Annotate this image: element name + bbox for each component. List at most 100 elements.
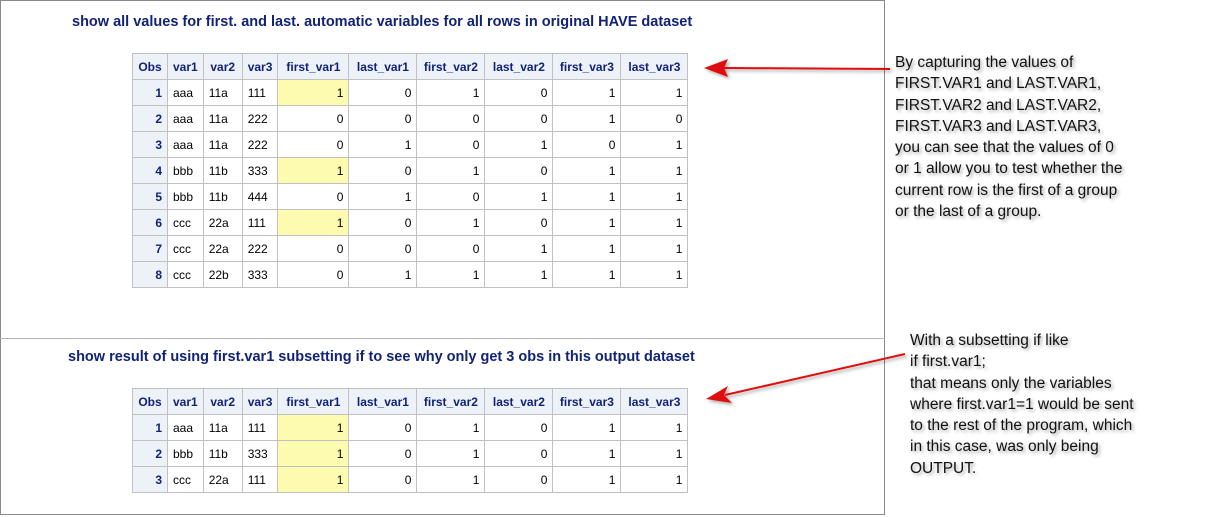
table-cell: 0 bbox=[348, 157, 418, 184]
table-cell: 0 bbox=[277, 183, 350, 210]
table-cell: 1 bbox=[277, 440, 350, 467]
table-cell: 1 bbox=[552, 157, 622, 184]
table-cell: 333 bbox=[241, 440, 279, 467]
table-cell: bbb bbox=[167, 157, 204, 184]
table-cell: 1 bbox=[416, 157, 486, 184]
table-cell: 1 bbox=[620, 414, 689, 441]
table-cell: 7 bbox=[132, 235, 168, 262]
table-cell: 0 bbox=[484, 440, 554, 467]
note-line: FIRST.VAR3 and LAST.VAR3, bbox=[895, 117, 1102, 135]
table-cell: 111 bbox=[241, 414, 279, 441]
table-cell: 1 bbox=[416, 414, 486, 441]
column-header: var1 bbox=[167, 53, 204, 80]
column-header: first_var3 bbox=[552, 53, 622, 80]
table-cell: 1 bbox=[132, 79, 168, 106]
table-row: 7 ccc 22a 222 0 0 0 1 1 1 bbox=[132, 235, 689, 262]
table-cell: 0 bbox=[484, 157, 554, 184]
table-cell: ccc bbox=[167, 235, 204, 262]
table-cell: 1 bbox=[552, 466, 622, 493]
column-header: last_var3 bbox=[620, 388, 689, 415]
note-line: FIRST.VAR2 and LAST.VAR2, bbox=[895, 96, 1102, 114]
table-cell: 1 bbox=[552, 414, 622, 441]
table-cell: 0 bbox=[620, 105, 689, 132]
table-row: 4 bbb 11b 333 1 0 1 0 1 1 bbox=[132, 157, 689, 184]
table-cell: 0 bbox=[484, 79, 554, 106]
table-cell: bbb bbox=[167, 183, 204, 210]
table-cell: 1 bbox=[416, 79, 486, 106]
table-row: 1 aaa 11a 111 1 0 1 0 1 1 bbox=[132, 79, 689, 106]
column-header: last_var2 bbox=[484, 388, 554, 415]
table-cell: 0 bbox=[348, 414, 418, 441]
table-cell: 1 bbox=[484, 183, 554, 210]
table-cell: 11a bbox=[202, 131, 243, 158]
table-row: 6 ccc 22a 111 1 0 1 0 1 1 bbox=[132, 209, 689, 236]
table-row: 3 aaa 11a 222 0 1 0 1 0 1 bbox=[132, 131, 689, 158]
table-cell: 1 bbox=[552, 79, 622, 106]
table-cell: 0 bbox=[416, 131, 486, 158]
table-cell: ccc bbox=[167, 209, 204, 236]
table-cell: 222 bbox=[241, 131, 279, 158]
section-title-all-values: show all values for first. and last. aut… bbox=[72, 14, 693, 30]
table-cell: 11b bbox=[202, 183, 243, 210]
table-cell: 0 bbox=[484, 466, 554, 493]
table-cell: 1 bbox=[620, 157, 689, 184]
table-cell: 0 bbox=[348, 466, 418, 493]
table-cell: 1 bbox=[620, 440, 689, 467]
table-cell: 0 bbox=[484, 105, 554, 132]
column-header: var3 bbox=[241, 388, 279, 415]
table-cell: 0 bbox=[552, 131, 622, 158]
table-cell: 0 bbox=[348, 105, 418, 132]
table-row: 3 ccc 22a 111 1 0 1 0 1 1 bbox=[132, 466, 689, 493]
table-row: 8 ccc 22b 333 0 1 1 1 1 1 bbox=[132, 261, 689, 288]
note-line: OUTPUT. bbox=[910, 459, 977, 477]
table-cell: 0 bbox=[416, 105, 486, 132]
table-cell: 1 bbox=[348, 183, 418, 210]
table-cell: 1 bbox=[620, 79, 689, 106]
note-line: that means only the variables bbox=[910, 374, 1112, 392]
table-cell: 0 bbox=[348, 79, 418, 106]
table-cell: 11a bbox=[202, 105, 243, 132]
column-header: last_var1 bbox=[348, 388, 418, 415]
column-header: var3 bbox=[241, 53, 279, 80]
table-cell: 333 bbox=[241, 261, 279, 288]
table-cell: 0 bbox=[277, 105, 350, 132]
table-cell: 1 bbox=[416, 261, 486, 288]
table-cell: 444 bbox=[241, 183, 279, 210]
table-cell: aaa bbox=[167, 131, 204, 158]
table-cell: 11b bbox=[202, 157, 243, 184]
column-header: first_var3 bbox=[552, 388, 622, 415]
table-cell: 0 bbox=[484, 209, 554, 236]
table-cell: 1 bbox=[277, 466, 350, 493]
note-line: where first.var1=1 would be sent bbox=[910, 395, 1134, 413]
note-line: or the last of a group. bbox=[895, 203, 1042, 221]
note-line: if first.var1; bbox=[910, 353, 986, 371]
table-cell: 0 bbox=[277, 131, 350, 158]
table-cell: 111 bbox=[241, 79, 279, 106]
table-cell: 1 bbox=[620, 183, 689, 210]
table-cell: 1 bbox=[348, 261, 418, 288]
table-cell: 1 bbox=[552, 209, 622, 236]
table-cell: 8 bbox=[132, 261, 168, 288]
note-line: you can see that the values of 0 bbox=[895, 139, 1114, 157]
note-line: in this case, was only being bbox=[910, 438, 1099, 456]
table-cell: 1 bbox=[484, 131, 554, 158]
table-cell: 1 bbox=[620, 131, 689, 158]
output-dataset-table: Obs var1 var2 var3 first_var1 last_var1 first_… bbox=[132, 388, 689, 493]
table-cell: 5 bbox=[132, 183, 168, 210]
note-line: FIRST.VAR1 and LAST.VAR1, bbox=[895, 75, 1102, 93]
table-cell: 1 bbox=[277, 209, 350, 236]
table-cell: 2 bbox=[132, 440, 168, 467]
table-cell: 1 bbox=[348, 131, 418, 158]
table-cell: 1 bbox=[277, 157, 350, 184]
table-cell: 111 bbox=[241, 466, 279, 493]
column-header: last_var3 bbox=[620, 53, 689, 80]
table-cell: 1 bbox=[484, 235, 554, 262]
column-header: first_var1 bbox=[277, 388, 350, 415]
annotation-subsetting-if-explanation: With a subsetting if like if first.var1;… bbox=[910, 330, 1134, 479]
table-cell: 11a bbox=[202, 414, 243, 441]
table-cell: 0 bbox=[484, 414, 554, 441]
table-cell: 22a bbox=[202, 209, 243, 236]
table-cell: 11a bbox=[202, 79, 243, 106]
table-cell: 1 bbox=[552, 261, 622, 288]
table-cell: 333 bbox=[241, 157, 279, 184]
